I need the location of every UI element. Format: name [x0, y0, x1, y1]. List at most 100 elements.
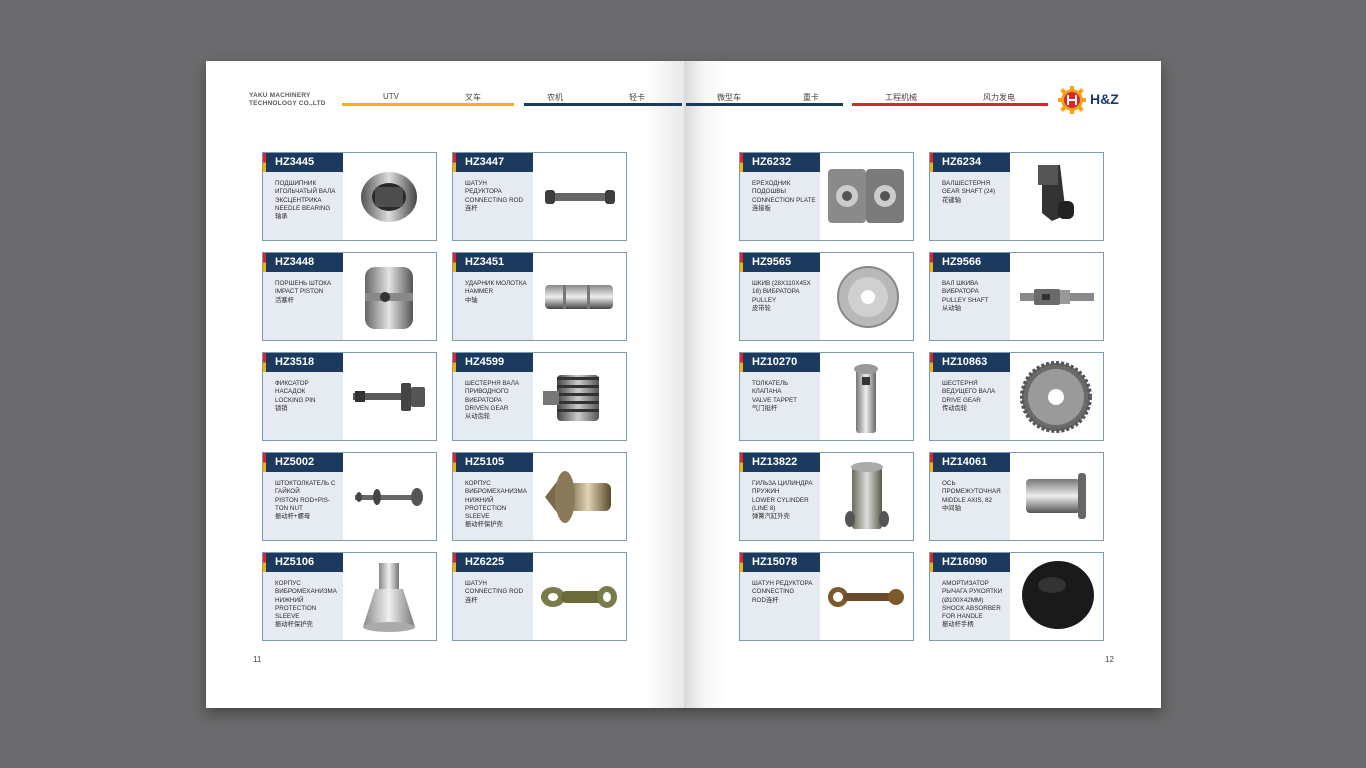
code-flag-marker: [740, 453, 743, 472]
description-line: ПОРШЕНЬ ШТОКА: [275, 280, 332, 287]
product-code: HZ10863: [930, 353, 1010, 372]
product-info-panel: HZ14061 ОСЬ ПРОМЕЖУТОЧНАЯ MIDDLE AXIS, 82 中间…: [930, 453, 1010, 540]
product-info-panel: HZ9566 ВАЛ ШКИВА ВИБРАТОРА PULLEY SHAFT 从动轴: [930, 253, 1010, 340]
product-card[interactable]: HZ3447 ШАТУН РЕДУКТОРА CONNECTING ROD 连杆: [452, 152, 627, 241]
product-card[interactable]: HZ6232 ЕРЕХОДНИК ПОДОШВЫ CONNECTION PLATE 连接…: [739, 152, 914, 241]
nav-item-utv[interactable]: UTV: [383, 92, 399, 101]
product-description: ШАТУН РЕДУКТОРА CONNECTING ROD 连杆: [465, 180, 531, 213]
nav-bar-yellow: [342, 103, 514, 106]
nav-item-agri[interactable]: 农机: [547, 92, 563, 103]
product-description: ФИКСАТОР НАСАДОК LOCKING PIN 锁销: [275, 380, 341, 413]
product-card[interactable]: HZ15078 ШАТУН РЕДУКТОРА CONNECTING ROD连杆: [739, 552, 914, 641]
description-line: HAMMER: [465, 288, 493, 296]
product-photo: [1026, 473, 1086, 519]
code-flag-marker: [453, 553, 456, 572]
description-line: ПРУЖИН: [752, 488, 780, 496]
product-card[interactable]: HZ10863 ШЕСТЕРНЯ ВЕДУЩЕГО ВАЛА DRIVE GEAR 传动…: [929, 352, 1104, 441]
description-line: НАСАДОК: [275, 388, 306, 396]
description-line: ФИКСАТОР: [275, 380, 309, 387]
description-line: ШАТУН РЕДУКТОРА: [752, 580, 813, 587]
nav-item-light-truck[interactable]: 轻卡: [629, 92, 645, 103]
product-card[interactable]: HZ14061 ОСЬ ПРОМЕЖУТОЧНАЯ MIDDLE AXIS, 82 中间…: [929, 452, 1104, 541]
nav-item-engineering[interactable]: 工程机械: [885, 92, 917, 103]
product-info-panel: HZ16090 АМОРТИЗАТОР РЫЧАГА РУКОЯТКИ (Ø100X4…: [930, 553, 1010, 640]
description-line: CONNECTION PLATE: [752, 196, 816, 204]
product-photo: [355, 488, 423, 506]
description-line: ИГОЛЬЧАТЫЙ ВАЛА: [275, 188, 336, 196]
product-info-panel: HZ15078 ШАТУН РЕДУКТОРА CONNECTING ROD连杆: [740, 553, 820, 640]
product-card[interactable]: HZ3448 ПОРШЕНЬ ШТОКА IMPACT PISTON 活塞杆: [262, 252, 437, 341]
description-line: НИЖНИЙ: [275, 596, 304, 604]
product-code: HZ3518: [263, 353, 343, 372]
product-card[interactable]: HZ9566 ВАЛ ШКИВА ВИБРАТОРА PULLEY SHAFT 从动轴: [929, 252, 1104, 341]
description-line: ПРИВОДНОГО: [465, 388, 509, 396]
description-line: (LINE 8): [752, 504, 776, 512]
product-info-panel: HZ13822 ГИЛЬЗА ЦИЛИНДРА ПРУЖИН LOWER CYLIND…: [740, 453, 820, 540]
product-card[interactable]: HZ6234 ВАЛШЕСТЕРНЯ GEAR SHAFT (24) 花键轴: [929, 152, 1104, 241]
product-photo: [361, 172, 417, 222]
code-flag-marker: [453, 253, 456, 272]
code-flag-marker: [740, 253, 743, 272]
description-line: ВИБРОМЕХАНИЗМА: [465, 488, 527, 496]
product-card[interactable]: HZ4599 ШЕСТЕРНЯ ВАЛА ПРИВОДНОГО ВИБРАТОРА DR…: [452, 352, 627, 441]
description-line: 气门挺杆: [752, 404, 778, 412]
product-photo: [845, 462, 889, 529]
product-card[interactable]: HZ5106 КОРПУС ВИБРОМЕХАНИЗМА НИЖНИЙ PROTECTI…: [262, 552, 437, 641]
product-info-panel: HZ10863 ШЕСТЕРНЯ ВЕДУЩЕГО ВАЛА DRIVE GEAR 传动…: [930, 353, 1010, 440]
product-code: HZ6234: [930, 153, 1010, 172]
description-line: КЛАПАНА: [752, 388, 782, 396]
product-code: HZ10270: [740, 353, 820, 372]
code-flag-marker: [930, 553, 933, 572]
product-card[interactable]: HZ9565 ШКИВ (28X110X45X 18) ВИБРАТОРА PULLE…: [739, 252, 914, 341]
product-code: HZ3445: [263, 153, 343, 172]
product-card[interactable]: HZ5105 КОРПУС ВИБРОМЕХАНИЗМА НИЖНИЙ PROTECTI…: [452, 452, 627, 541]
description-line: 中间轴: [942, 504, 961, 512]
product-photo: [363, 563, 415, 632]
nav-item-micro-vehicle[interactable]: 微型车: [717, 92, 741, 103]
description-line: РЫЧАГА РУКОЯТКИ: [942, 588, 1003, 596]
page-number-right: 12: [1105, 655, 1114, 664]
product-photo: [837, 266, 899, 328]
nav-item-wind-power[interactable]: 风力发电: [983, 92, 1015, 103]
code-flag-marker: [263, 453, 266, 472]
code-flag-marker: [453, 453, 456, 472]
product-code: HZ16090: [930, 553, 1010, 572]
description-line: 锁销: [275, 404, 288, 412]
description-line: ROD连杆: [752, 596, 779, 604]
product-code: HZ6232: [740, 153, 820, 172]
product-photo: [828, 169, 904, 223]
page-number-left: 11: [253, 655, 262, 664]
product-description: АМОРТИЗАТОР РЫЧАГА РУКОЯТКИ (Ø100X42MM) SHO…: [942, 580, 1008, 630]
description-line: ЭКСЦЕНТРИКА: [275, 196, 322, 204]
description-line: 振动杆保护壳: [465, 521, 503, 529]
description-line: GEAR SHAFT (24): [942, 188, 996, 196]
nav-item-heavy-truck[interactable]: 重卡: [803, 92, 819, 103]
product-card[interactable]: HZ3445 ПОДШИПНИК ИГОЛЬЧАТЫЙ ВАЛА ЭКСЦЕНТРИК…: [262, 152, 437, 241]
product-description: ШЕСТЕРНЯ ВАЛА ПРИВОДНОГО ВИБРАТОРА DRIVEN G…: [465, 380, 531, 421]
product-card[interactable]: HZ5002 ШТОКТОЛКАТЕЛЬ С ГАЙКОЙ PISTON ROD+PI…: [262, 452, 437, 541]
product-card[interactable]: HZ3518 ФИКСАТОР НАСАДОК LOCKING PIN 锁销: [262, 352, 437, 441]
description-line: LOWER CYLINDER: [752, 496, 809, 504]
description-line: ВИБРАТОРА: [465, 396, 502, 404]
product-card[interactable]: HZ3451 УДАРНИК МОЛОТКА HAMMER 中轴: [452, 252, 627, 341]
product-photo: [365, 267, 413, 329]
product-description: ВАЛ ШКИВА ВИБРАТОРА PULLEY SHAFT 从动轴: [942, 280, 1008, 313]
product-card[interactable]: HZ6225 ШАТУН CONNECTING ROD 连杆: [452, 552, 627, 641]
code-flag-marker: [740, 553, 743, 572]
product-card[interactable]: HZ10270 ТОЛКАТЕЛЬ КЛАПАНА VALVE TAPPET 气门挺杆: [739, 352, 914, 441]
description-line: VALVE TAPPET: [752, 396, 798, 404]
description-line: (Ø100X42MM): [942, 596, 984, 604]
product-info-panel: HZ5002 ШТОКТОЛКАТЕЛЬ С ГАЙКОЙ PISTON ROD+PI…: [263, 453, 343, 540]
nav-item-forklift[interactable]: 叉车: [465, 92, 481, 103]
product-card[interactable]: HZ16090 АМОРТИЗАТОР РЫЧАГА РУКОЯТКИ (Ø100X4…: [929, 552, 1104, 641]
product-description: ПОДШИПНИК ИГОЛЬЧАТЫЙ ВАЛА ЭКСЦЕНТРИКА NEEDL…: [275, 180, 341, 221]
description-line: 18) ВИБРАТОРА: [752, 288, 800, 296]
description-line: NEEDLE BEARING: [275, 204, 331, 212]
product-code: HZ4599: [453, 353, 533, 372]
description-line: ОСЬ: [942, 480, 956, 487]
product-photo: [543, 375, 599, 421]
product-info-panel: HZ3445 ПОДШИПНИК ИГОЛЬЧАТЫЙ ВАЛА ЭКСЦЕНТРИК…: [263, 153, 343, 240]
product-card[interactable]: HZ13822 ГИЛЬЗА ЦИЛИНДРА ПРУЖИН LOWER CYLIND…: [739, 452, 914, 541]
description-line: ГАЙКОЙ: [275, 488, 300, 496]
description-line: PROTECTION SLEEVE: [275, 604, 317, 621]
